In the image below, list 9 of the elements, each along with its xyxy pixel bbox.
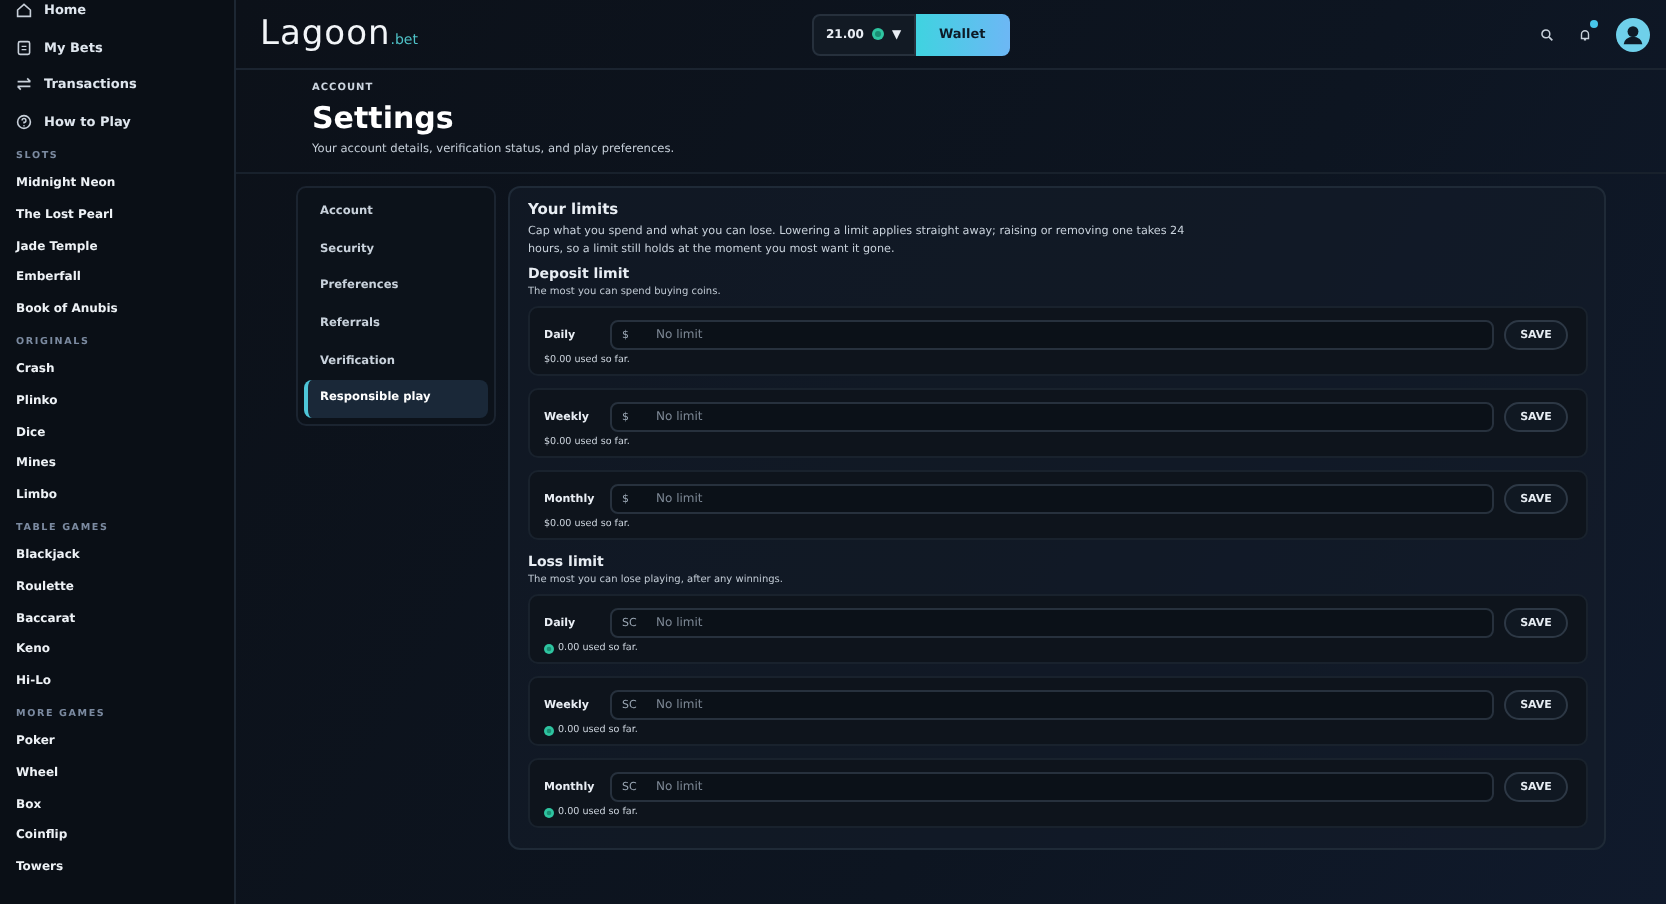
coin-icon	[871, 28, 884, 40]
swap-arrows-icon	[16, 76, 32, 93]
page-title: Settings	[312, 100, 456, 136]
home-icon	[16, 2, 32, 19]
receipt-icon	[16, 39, 32, 56]
bell-icon[interactable]	[1578, 27, 1592, 41]
question-icon	[16, 113, 32, 130]
search-icon[interactable]	[1540, 27, 1554, 41]
avatar-icon[interactable]	[1616, 17, 1650, 51]
